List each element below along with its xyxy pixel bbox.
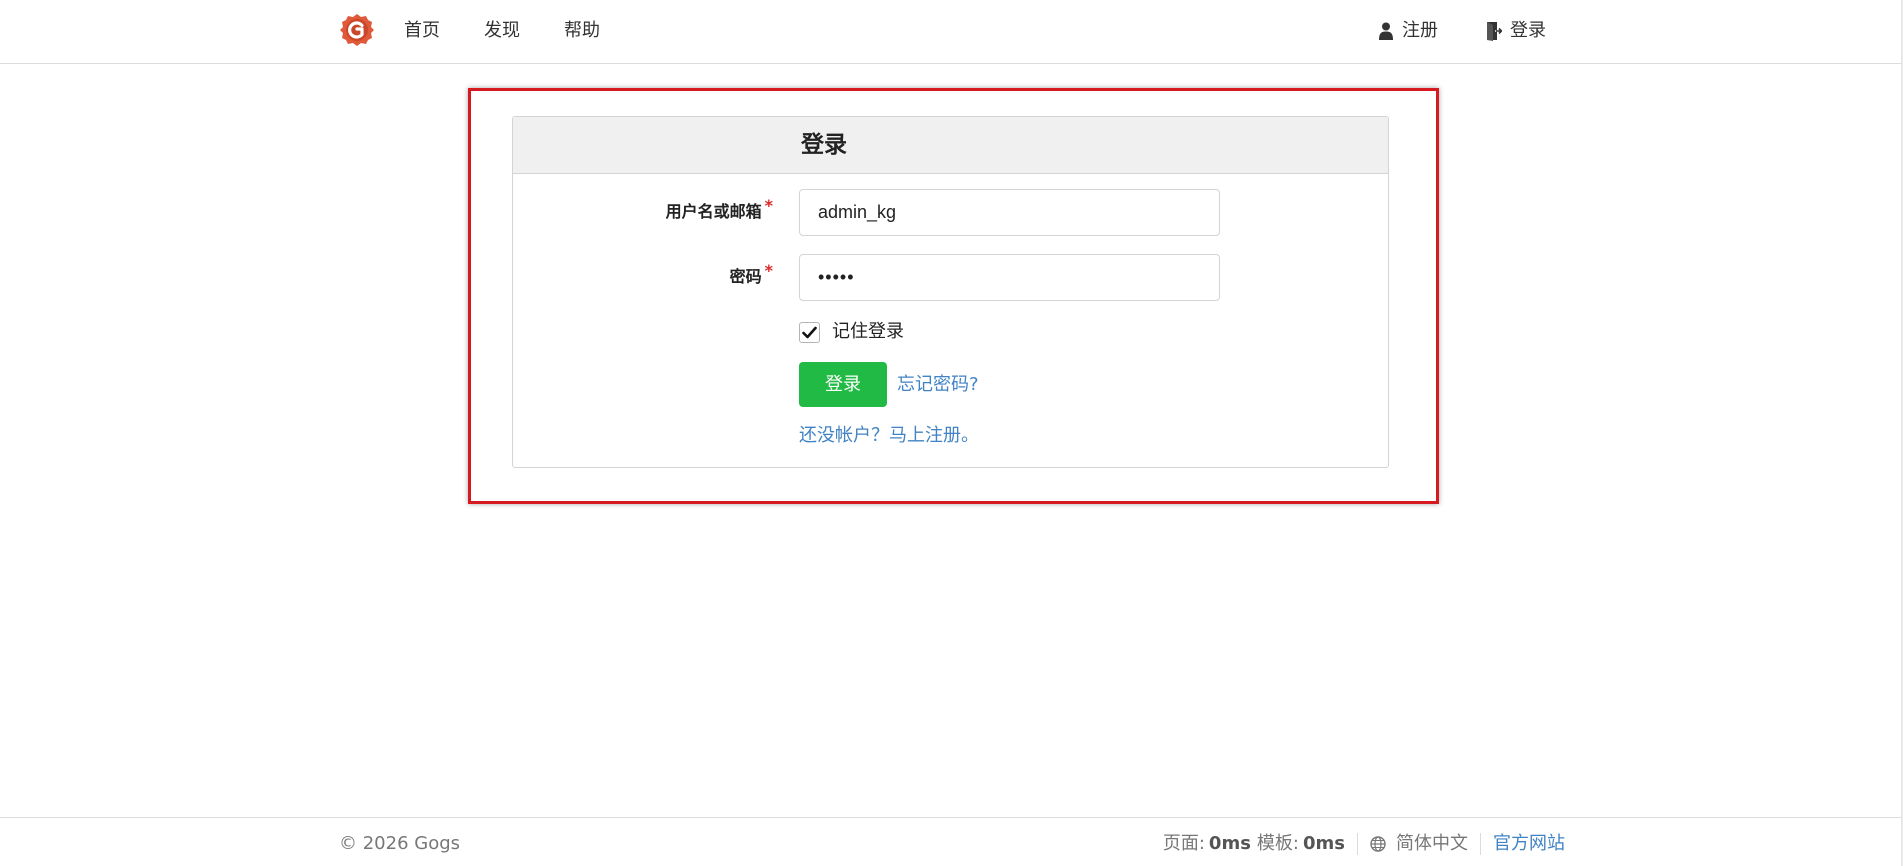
signup-link[interactable]: 还没帐户？马上注册。 (799, 425, 979, 447)
template-time-label: 模板: (1256, 833, 1299, 854)
forgot-password-link[interactable]: 忘记密码? (897, 374, 979, 396)
nav-signin-label: 登录 (1510, 20, 1546, 41)
official-site-link[interactable]: 官方网站 (1493, 833, 1565, 855)
footer: © 2026 Gogs 页面: 0ms 模板: 0ms 简体中文 官方网站 (0, 817, 1903, 866)
template-time-value: 0ms (1303, 833, 1345, 854)
remember-label[interactable]: 记住登录 (832, 321, 904, 343)
password-mask: ••••• (818, 267, 855, 287)
login-title: 登录 (801, 132, 847, 158)
divider (1357, 833, 1358, 855)
nav-signin-link[interactable]: 登录 (1486, 19, 1546, 43)
login-button[interactable]: 登录 (799, 362, 887, 407)
login-card-header: 登录 (513, 117, 1388, 174)
nav-home-link[interactable]: 首页 (404, 19, 440, 43)
divider (1480, 833, 1481, 855)
password-label: 密码 * (600, 261, 773, 287)
password-label-text: 密码 (729, 267, 762, 286)
nav-register-link[interactable]: 注册 (1378, 19, 1438, 43)
nav-help-link[interactable]: 帮助 (564, 19, 600, 43)
nav-register-label: 注册 (1402, 20, 1438, 41)
nav-explore-link[interactable]: 发现 (484, 19, 520, 43)
password-input[interactable]: ••••• (799, 254, 1220, 301)
required-mark: * (764, 196, 773, 215)
sign-in-icon (1487, 22, 1502, 41)
required-mark: * (764, 261, 773, 280)
remember-checkbox[interactable] (799, 322, 820, 343)
checkmark-icon (802, 326, 817, 339)
footer-info: 页面: 0ms 模板: 0ms 简体中文 官方网站 (1163, 833, 1565, 855)
language-selector[interactable]: 简体中文 (1396, 833, 1468, 855)
username-input[interactable] (799, 189, 1220, 236)
page-time-label: 页面: (1162, 833, 1205, 854)
gogs-logo-icon[interactable] (340, 13, 374, 47)
top-navbar: 首页 发现 帮助 注册 登录 (0, 0, 1903, 64)
copyright-text: © 2026 Gogs (339, 833, 461, 854)
username-label: 用户名或邮箱 * (600, 196, 773, 222)
user-icon (1379, 22, 1393, 40)
globe-icon (1370, 836, 1386, 852)
page-time-value: 0ms (1208, 833, 1251, 854)
username-label-text: 用户名或邮箱 (665, 202, 762, 221)
